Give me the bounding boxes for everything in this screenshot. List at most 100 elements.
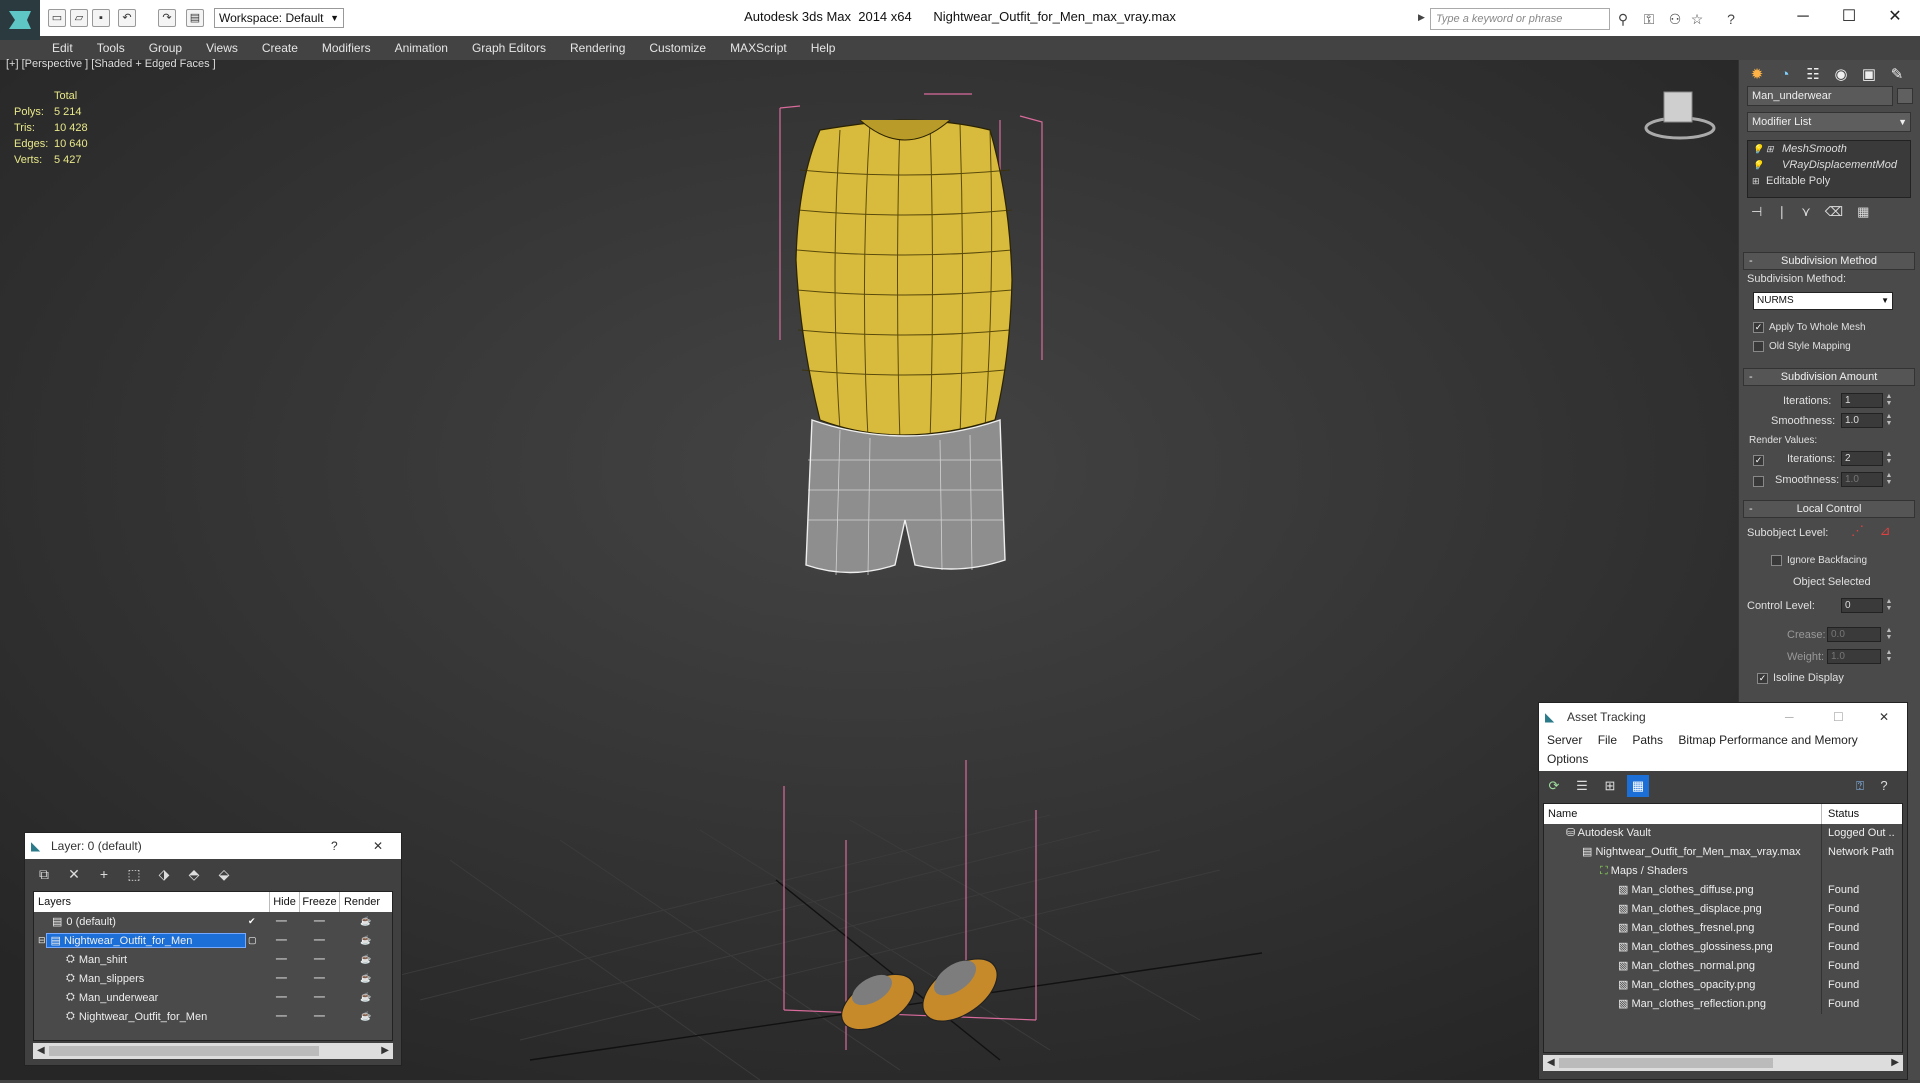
hide-toggle[interactable]: ━━: [276, 916, 287, 927]
layer-object-row[interactable]: ⛭ Man_shirt ━━ ━━ ☕: [34, 950, 392, 969]
asset-row[interactable]: ▧ Man_clothes_fresnel.png Found: [1544, 919, 1902, 938]
current-layer-check-icon[interactable]: ✔: [248, 916, 256, 927]
stack-item-vraydisplacement[interactable]: 💡 VRayDisplacementMod: [1748, 157, 1910, 173]
render-smoothness-spinner[interactable]: 1.0: [1841, 472, 1883, 487]
star-icon[interactable]: ☆: [1688, 10, 1706, 28]
layer-object-row[interactable]: ⛭ Nightwear_Outfit_for_Men ━━ ━━ ☕: [34, 1007, 392, 1026]
column-header[interactable]: Name: [1544, 804, 1822, 824]
motion-tab-icon[interactable]: ◉: [1827, 64, 1855, 86]
iterations-spinner[interactable]: 1: [1841, 393, 1883, 408]
scrollbar-thumb[interactable]: [49, 1046, 319, 1056]
column-header[interactable]: Render: [340, 892, 384, 912]
display-tab-icon[interactable]: ▣: [1855, 64, 1883, 86]
search-input[interactable]: Type a keyword or phrase: [1430, 8, 1610, 30]
crease-spinner[interactable]: 0.0: [1827, 627, 1881, 642]
spinner-arrows-icon[interactable]: ▲ ▼: [1885, 393, 1893, 408]
asset-row[interactable]: ⛁ Autodesk Vault Logged Out ..: [1544, 824, 1902, 843]
render-teapot-icon[interactable]: ☕: [360, 992, 371, 1003]
render-teapot-icon[interactable]: ☕: [360, 973, 371, 984]
freeze-toggle[interactable]: ━━: [314, 916, 325, 927]
utilities-tab-icon[interactable]: ✎: [1883, 64, 1911, 86]
render-smoothness-checkbox[interactable]: [1753, 474, 1769, 488]
set-current-box-icon[interactable]: ▢: [248, 935, 257, 946]
freeze-toggle[interactable]: ━━: [314, 954, 325, 965]
workspace-select[interactable]: Workspace: Default ▼: [214, 8, 344, 28]
help-button[interactable]: ?: [331, 833, 338, 859]
checkbox-unchecked[interactable]: [1771, 555, 1782, 566]
checkbox-checked[interactable]: ✓: [1753, 322, 1764, 333]
help-icon[interactable]: ?: [1873, 775, 1895, 797]
make-unique-icon[interactable]: ⋎: [1801, 204, 1811, 228]
freeze-toggle[interactable]: ━━: [314, 973, 325, 984]
close-button[interactable]: ✕: [373, 833, 383, 859]
hierarchy-tab-icon[interactable]: ☷: [1799, 64, 1827, 86]
scroll-left-icon[interactable]: ◀: [1547, 1055, 1555, 1071]
smoothness-spinner[interactable]: 1.0: [1841, 413, 1883, 428]
asset-row[interactable]: ▧ Man_clothes_reflection.png Found: [1544, 995, 1902, 1014]
horizontal-scrollbar[interactable]: ◀ ▶: [33, 1043, 393, 1059]
hide-all-icon[interactable]: ⬘: [183, 863, 205, 885]
create-layer-icon[interactable]: ⧉: [33, 863, 55, 885]
tree-view-icon[interactable]: ⊞: [1599, 775, 1621, 797]
menu-tools[interactable]: Tools: [85, 41, 137, 55]
configure-sets-icon[interactable]: ▦: [1857, 204, 1869, 228]
spinner-arrows-icon[interactable]: ▲ ▼: [1885, 472, 1893, 487]
menu-views[interactable]: Views: [194, 41, 250, 55]
ignore-backfacing-checkbox[interactable]: Ignore Backfacing: [1771, 555, 1867, 566]
subobject-level-icons[interactable]: ⋰ ⊿: [1851, 523, 1897, 539]
layer-window-titlebar[interactable]: ◣ Layer: 0 (default) ? ✕: [25, 833, 401, 859]
spinner-arrows-icon[interactable]: ▲ ▼: [1885, 627, 1893, 642]
redo-icon[interactable]: ↷: [158, 9, 176, 27]
menu-options[interactable]: Options: [1547, 752, 1588, 766]
close-button[interactable]: ✕: [1872, 4, 1918, 30]
subdivision-method-select[interactable]: NURMS ▼: [1753, 292, 1893, 310]
hide-toggle[interactable]: ━━: [276, 935, 287, 946]
asset-row[interactable]: ⛶ Maps / Shaders: [1544, 862, 1902, 881]
menu-customize[interactable]: Customize: [637, 41, 718, 55]
lightbulb-icon[interactable]: 💡: [1752, 157, 1763, 173]
highlight-layer-icon[interactable]: ⬗: [153, 863, 175, 885]
freeze-all-icon[interactable]: ⬙: [213, 863, 235, 885]
layer-row[interactable]: ▤ 0 (default) ✔ ━━ ━━ ☕: [34, 912, 392, 931]
expand-icon[interactable]: ⊟: [34, 935, 46, 946]
column-header[interactable]: Hide: [270, 892, 300, 912]
expand-arrow-icon[interactable]: ▶: [1418, 12, 1425, 23]
menu-maxscript[interactable]: MAXScript: [718, 41, 799, 55]
checkbox-checked[interactable]: ✓: [1757, 672, 1768, 684]
spinner-arrows-icon[interactable]: ▲ ▼: [1885, 598, 1893, 613]
layer-row[interactable]: ⊟ ▤ Nightwear_Outfit_for_Men ▢ ━━ ━━ ☕: [34, 931, 392, 950]
layer-object-row[interactable]: ⛭ Man_underwear ━━ ━━ ☕: [34, 988, 392, 1007]
menu-modifiers[interactable]: Modifiers: [310, 41, 383, 55]
render-iterations-spinner[interactable]: 2: [1841, 451, 1883, 466]
asset-row[interactable]: ▧ Man_clothes_opacity.png Found: [1544, 976, 1902, 995]
layer-object-row[interactable]: ⛭ Man_slippers ━━ ━━ ☕: [34, 969, 392, 988]
menu-edit[interactable]: Edit: [40, 41, 85, 55]
menu-server[interactable]: Server: [1547, 733, 1582, 747]
close-button[interactable]: ✕: [1879, 703, 1889, 731]
binoculars-icon[interactable]: ⚲: [1614, 10, 1632, 28]
render-teapot-icon[interactable]: ☕: [360, 916, 371, 927]
menu-file[interactable]: File: [1598, 733, 1617, 747]
object-color-swatch[interactable]: [1897, 88, 1913, 104]
scroll-left-icon[interactable]: ◀: [37, 1043, 45, 1059]
expand-icon[interactable]: ⊞: [1752, 173, 1760, 189]
spinner-arrows-icon[interactable]: ▲ ▼: [1885, 413, 1893, 428]
help-icon[interactable]: ?: [1722, 10, 1740, 28]
key-icon[interactable]: ⚿: [1640, 10, 1658, 28]
minimize-button[interactable]: ─: [1780, 4, 1826, 30]
column-header[interactable]: Freeze: [300, 892, 340, 912]
checkbox-unchecked[interactable]: [1753, 476, 1764, 488]
vault-help-icon[interactable]: ⍰: [1849, 775, 1871, 797]
people-icon[interactable]: ⚇: [1666, 10, 1684, 28]
old-style-mapping-checkbox[interactable]: Old Style Mapping: [1753, 341, 1851, 352]
menu-rendering[interactable]: Rendering: [558, 41, 637, 55]
maximize-button[interactable]: ☐: [1833, 703, 1844, 731]
checkbox-unchecked[interactable]: [1753, 341, 1764, 352]
project-folder-icon[interactable]: ▤: [186, 9, 204, 27]
hide-toggle[interactable]: ━━: [276, 1011, 287, 1022]
column-header[interactable]: Layers: [34, 892, 270, 912]
undo-icon[interactable]: ↶: [118, 9, 136, 27]
column-header[interactable]: Status: [1822, 804, 1859, 824]
modifier-stack[interactable]: 💡 ⊞ MeshSmooth 💡 VRayDisplacementMod ⊞ E…: [1747, 140, 1911, 198]
asset-list[interactable]: Name Status ⛁ Autodesk Vault Logged Out .…: [1543, 803, 1903, 1053]
